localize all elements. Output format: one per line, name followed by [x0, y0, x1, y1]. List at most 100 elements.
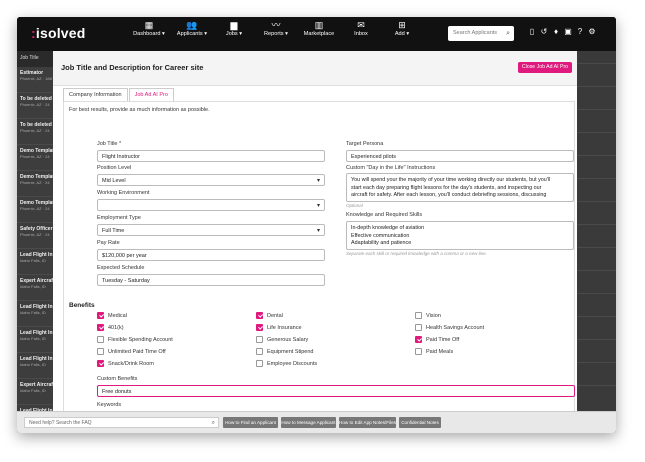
pay-rate-label: Pay Rate — [97, 240, 120, 246]
help-icon[interactable]: ? — [574, 27, 586, 36]
dashboard-icon: ▦ — [144, 20, 154, 30]
nav-dashboard[interactable]: ▦ Dashboard ▾ — [129, 20, 169, 37]
benefit-checkbox[interactable]: Snack/Drink Room — [97, 360, 154, 367]
job-row-location: Phoenix, AZ · 24 — [20, 232, 50, 237]
gear-icon[interactable]: ⚙ — [586, 27, 598, 36]
nav-add[interactable]: ⊞ Add ▾ — [383, 20, 421, 37]
bookmark-icon[interactable]: ▯ — [526, 27, 538, 36]
textarea-line: aircraft for safety. After each lesson, … — [351, 192, 547, 198]
working-environment-select[interactable]: ▾ — [97, 199, 325, 211]
day-in-life-textarea[interactable]: You will spend your the majority of your… — [346, 173, 574, 202]
expected-schedule-input[interactable]: Tuesday - Saturday — [97, 274, 325, 286]
sidebar-job-row[interactable]: To be deleted Phoenix, AZ · 24 — [17, 119, 53, 145]
checkbox-checked-icon[interactable] — [415, 336, 422, 343]
nav-reports[interactable]: 〰 Reports ▾ — [256, 20, 296, 37]
faq-find-applicant-button[interactable]: How to Find an Applicant — [223, 417, 278, 428]
search-icon[interactable]: ⌕ — [506, 26, 510, 41]
benefit-checkbox[interactable]: 401(k) — [97, 324, 124, 331]
job-row-location: Phoenix, AZ · 188 — [20, 76, 52, 81]
nav-marketplace[interactable]: ▥ Marketplace — [299, 20, 339, 37]
close-job-ad-ai-pro-button[interactable]: Close Job Ad AI Pro — [518, 62, 572, 73]
tab-company-information[interactable]: Company Information — [63, 88, 128, 101]
sidebar-job-row[interactable]: Lead Flight InIdaho Falls, ID — [17, 353, 53, 379]
optional-hint: Optional — [346, 203, 363, 208]
strip-divider — [577, 293, 616, 294]
faq-edit-notes-button[interactable]: How to Edit App Notes/Files — [339, 417, 396, 428]
knowledge-skills-textarea[interactable]: In-depth knowledge of aviation Effective… — [346, 221, 574, 250]
benefit-checkbox[interactable]: Employee Discounts — [256, 360, 317, 367]
sidebar-job-row[interactable]: Lead Flight InIdaho Falls, ID — [17, 249, 53, 275]
position-level-select[interactable]: Mid Level ▾ — [97, 174, 325, 186]
position-level-label: Position Level — [97, 165, 132, 171]
sidebar-job-row[interactable]: Expert Aircraf Idaho Falls, ID — [17, 379, 53, 405]
job-title-column-header[interactable]: Job Title — [17, 51, 53, 67]
search-icon[interactable]: ⌕ — [212, 418, 215, 429]
sidebar-job-row[interactable]: Lead Flight InIdaho Falls, ID — [17, 327, 53, 353]
textarea-line: Adaptability and patience — [351, 240, 412, 246]
benefit-checkbox[interactable]: Generous Salary — [256, 336, 308, 343]
checkbox-empty-icon[interactable] — [256, 360, 263, 367]
nav-applicants[interactable]: 👥 Applicants ▾ — [172, 20, 212, 37]
benefit-checkbox[interactable]: Paid Meals — [415, 348, 453, 355]
checkbox-empty-icon[interactable] — [97, 336, 104, 343]
checkbox-empty-icon[interactable] — [415, 312, 422, 319]
benefit-checkbox[interactable]: Flexible Spending Account — [97, 336, 173, 343]
checkbox-checked-icon[interactable] — [97, 360, 104, 367]
checkbox-checked-icon[interactable] — [97, 312, 104, 319]
job-row-location: Idaho Falls, ID — [20, 258, 46, 263]
checkbox-checked-icon[interactable] — [97, 324, 104, 331]
benefit-label: Life Insurance — [267, 324, 302, 331]
faq-confidential-notes-button[interactable]: Confidential Notes — [399, 417, 441, 428]
checkbox-empty-icon[interactable] — [256, 336, 263, 343]
checkbox-checked-icon[interactable] — [256, 312, 263, 319]
checkbox-empty-icon[interactable] — [415, 324, 422, 331]
job-title-label: Job Title * — [97, 141, 122, 147]
custom-benefits-input[interactable]: Free donuts — [97, 385, 575, 397]
sidebar-job-row[interactable]: Expert Aircraf Idaho Falls, ID — [17, 275, 53, 301]
checkbox-checked-icon[interactable] — [256, 324, 263, 331]
history-icon[interactable]: ↺ — [538, 27, 550, 36]
custom-benefits-label: Custom Benefits — [97, 376, 138, 382]
checkbox-empty-icon[interactable] — [97, 348, 104, 355]
search-applicants-input[interactable]: Search Applicants ⌕ — [448, 26, 514, 41]
benefit-checkbox[interactable]: Vision — [415, 312, 441, 319]
benefit-checkbox[interactable]: Unlimited Paid Time Off — [97, 348, 166, 355]
people-icon: 👥 — [186, 20, 198, 30]
sidebar-job-row[interactable]: Demo Templat Phoenix, AZ · 24 — [17, 171, 53, 197]
benefit-checkbox[interactable]: Health Savings Account — [415, 324, 484, 331]
sidebar-job-row[interactable]: Estimator Phoenix, AZ · 188 — [17, 67, 53, 93]
isolved-logo[interactable]: :isolved — [31, 25, 86, 41]
job-title-input[interactable]: Flight Instructor — [97, 150, 325, 162]
strip-divider — [577, 224, 616, 225]
benefit-checkbox[interactable]: Dental — [256, 312, 283, 319]
nav-jobs[interactable]: ▆ Jobs ▾ — [215, 20, 253, 37]
notification-icon[interactable]: ♦ — [550, 27, 562, 36]
checkbox-empty-icon[interactable] — [415, 348, 422, 355]
benefit-label: Paid Meals — [426, 348, 454, 355]
faq-message-applicant-button[interactable]: How to Message Applicant — [281, 417, 336, 428]
job-description-modal: Job Title and Description for Career sit… — [53, 51, 577, 411]
sidebar-job-row[interactable]: Demo Templat Phoenix, AZ · 24 — [17, 197, 53, 223]
pay-rate-input[interactable]: $120,000 per year — [97, 249, 325, 261]
sidebar-job-row[interactable]: To be deleted Phoenix, AZ · 24 — [17, 93, 53, 119]
benefit-checkbox[interactable]: Medical — [97, 312, 127, 319]
employment-type-select[interactable]: Full Time ▾ — [97, 224, 325, 236]
calendar-icon[interactable]: ▣ — [562, 27, 574, 36]
sidebar-job-row[interactable]: Lead Flight InIdaho Falls, ID — [17, 301, 53, 327]
inbox-icon: ✉ — [357, 20, 365, 30]
benefit-label: Generous Salary — [267, 336, 309, 343]
strip-divider — [577, 316, 616, 317]
benefit-checkbox[interactable]: Life Insurance — [256, 324, 302, 331]
faq-search-input[interactable]: Need help? Search the FAQ ⌕ — [24, 417, 219, 428]
sidebar-job-row[interactable]: Demo Templat Phoenix, AZ · 24 — [17, 145, 53, 171]
benefit-checkbox[interactable]: Equipment Stipend — [256, 348, 313, 355]
checkbox-empty-icon[interactable] — [256, 348, 263, 355]
textarea-line: In-depth knowledge of aviation — [351, 225, 425, 231]
working-environment-label: Working Environment — [97, 190, 150, 196]
benefit-checkbox[interactable]: Paid Time Off — [415, 336, 459, 343]
tab-job-ad-ai-pro[interactable]: Job Ad AI Pro — [128, 88, 174, 102]
sidebar-job-row[interactable]: Safety Officer Phoenix, AZ · 24 — [17, 223, 53, 249]
nav-inbox[interactable]: ✉ Inbox — [342, 20, 380, 37]
target-persona-input[interactable]: Experienced pilots — [346, 150, 574, 162]
textarea-line: start each day preparing flight lessons … — [351, 184, 542, 191]
